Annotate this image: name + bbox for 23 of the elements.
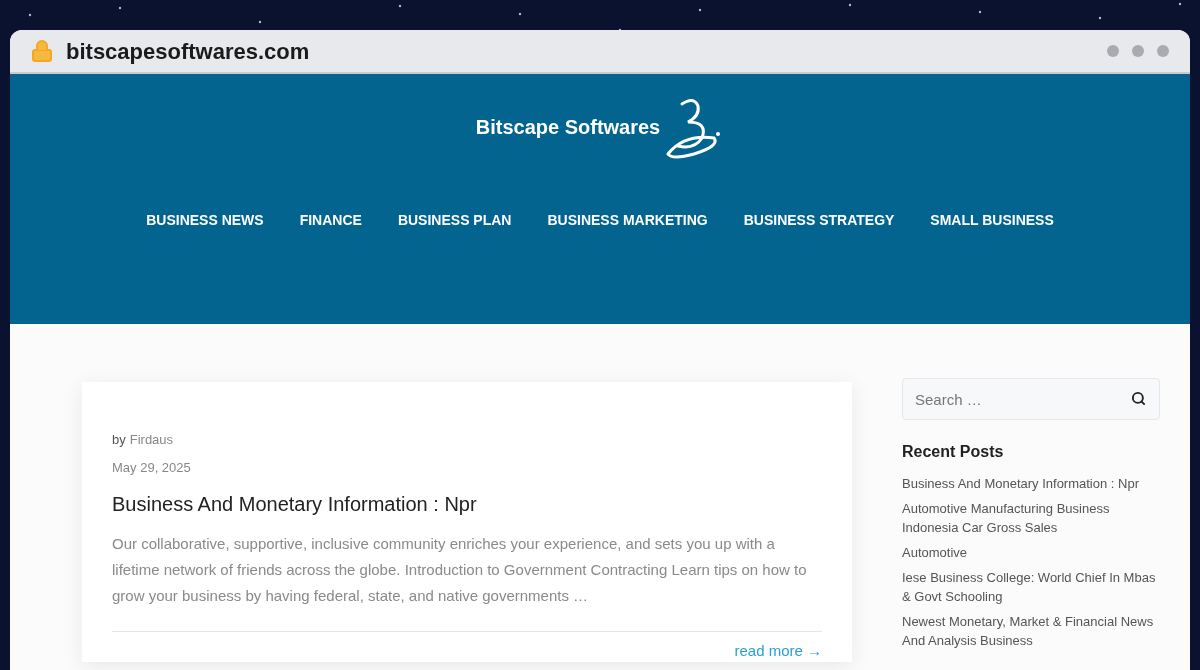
recent-post-link[interactable]: Automotive: [902, 543, 1160, 562]
recent-post-link[interactable]: Newest Monetary, Market & Financial News And Analysis Business: [902, 612, 1160, 650]
post-excerpt: Our collaborative, supportive, inclusive community enriches your experience, and sets you up with a lifetime network of friends across the globe. Introduction to Government Contracting Learn tips on how to grow your business by having federal, state, and native governments …: [112, 534, 808, 606]
nav-link[interactable]: BUSINESS PLAN: [397, 210, 512, 231]
recent-post-link[interactable]: Iese Business College: World Chief In Mbas & Govt Schooling: [902, 568, 1160, 606]
post-date: May 29, 2025: [112, 458, 192, 477]
recent-post-link[interactable]: Automotive Manufacturing Business Indonesia Car Gross Sales: [902, 499, 1160, 537]
search-icon[interactable]: [1131, 391, 1146, 406]
logo-text[interactable]: Bitscape Softwares: [475, 112, 661, 142]
nav-link[interactable]: SMALL BUSINESS: [930, 210, 1054, 231]
recent-posts-heading: Recent Posts: [902, 442, 1005, 462]
nav-link[interactable]: BUSINESS STRATEGY: [743, 210, 895, 231]
author-link[interactable]: Firdaus: [129, 430, 174, 450]
address-text[interactable]: bitscapesoftwares.com: [66, 34, 310, 68]
byline-text: by: [112, 431, 126, 449]
nav-link[interactable]: BUSINESS NEWS: [146, 210, 264, 231]
recent-post-link[interactable]: Business And Monetary Information : Npr: [902, 474, 1160, 493]
lock-icon: [30, 39, 54, 63]
window-dots-icon: [1106, 44, 1170, 58]
nav-link[interactable]: FINANCE: [299, 210, 362, 231]
search-field[interactable]: Search …: [902, 378, 1160, 420]
post-title[interactable]: Business And Monetary Information : Npr: [112, 489, 822, 519]
nav-link[interactable]: BUSINESS MARKETING: [547, 210, 708, 231]
